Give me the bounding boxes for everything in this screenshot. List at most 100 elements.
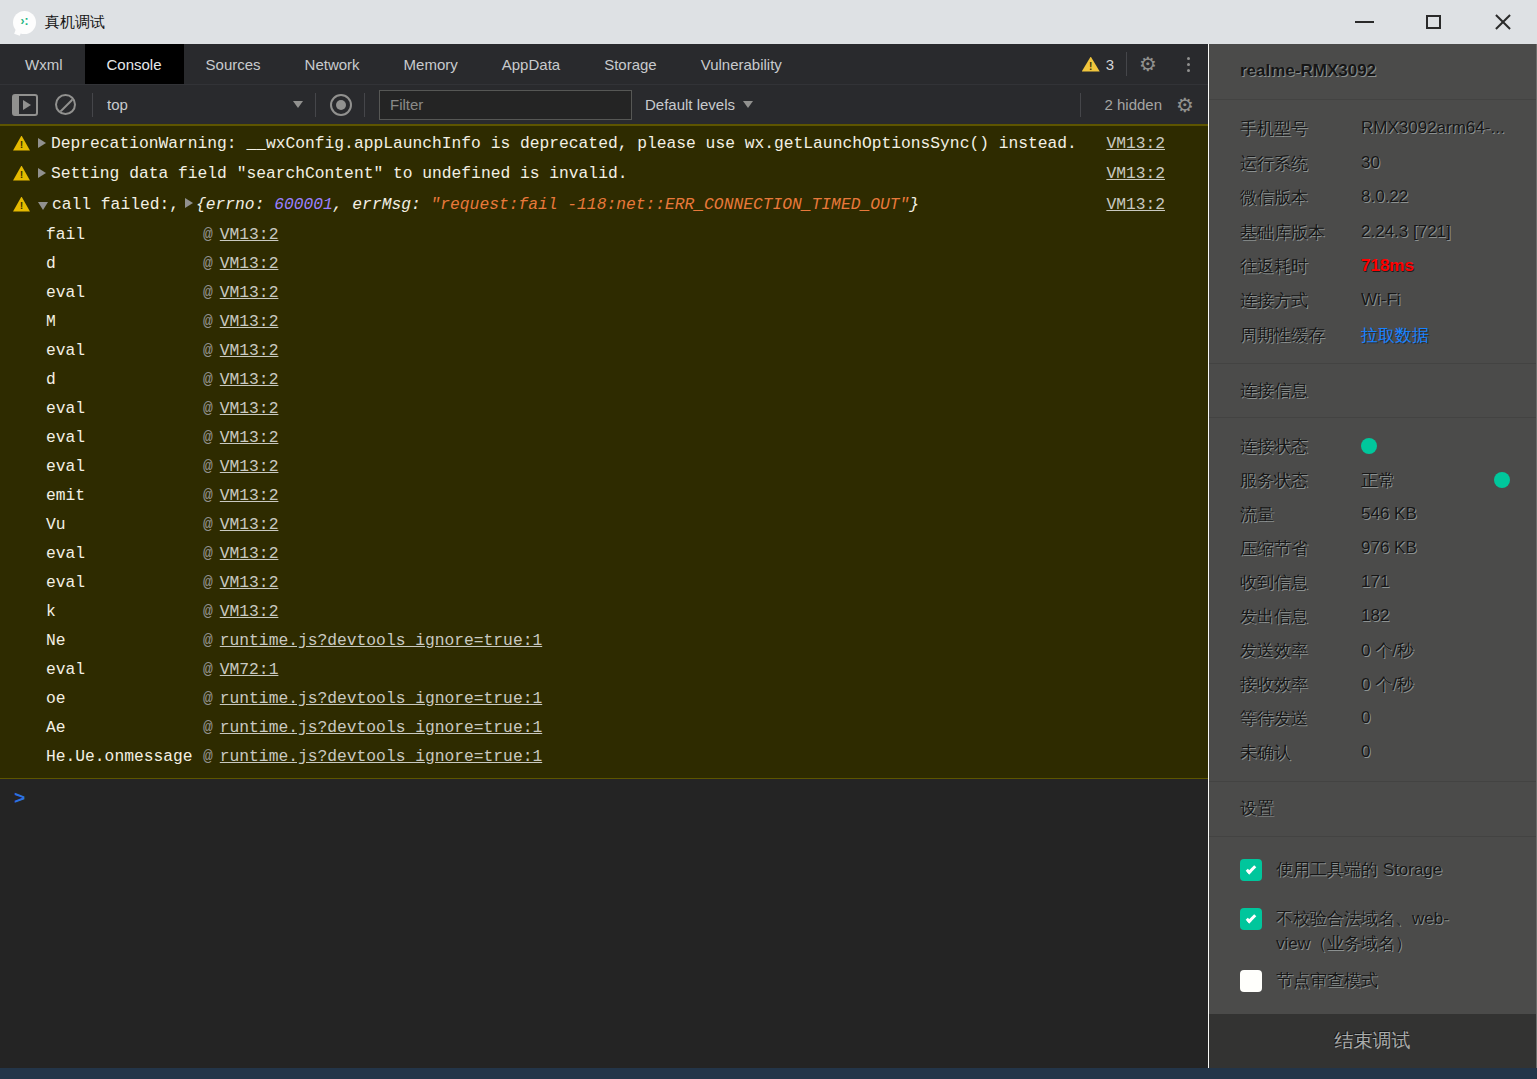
stack-source-link[interactable]: VM72:1 bbox=[220, 660, 279, 679]
window-titlebar: ›: 真机调试 bbox=[0, 0, 1537, 44]
info-row: 周期性缓存拉取数据 bbox=[1240, 324, 1528, 346]
stack-source-link[interactable]: VM13:2 bbox=[220, 428, 279, 447]
more-menu-icon[interactable] bbox=[1181, 57, 1196, 72]
info-row: 基础库版本2.24.3 [721] bbox=[1240, 221, 1528, 243]
expand-caret-icon[interactable] bbox=[38, 138, 46, 148]
console-warning-row[interactable]: ! Setting data field "searchContent" to … bbox=[0, 158, 1209, 188]
conn-row: 流量546 KB bbox=[1240, 503, 1528, 525]
clear-console-icon[interactable] bbox=[55, 94, 76, 115]
conn-row: 压缩节省976 KB bbox=[1240, 537, 1528, 559]
log-levels-dropdown[interactable]: Default levels bbox=[645, 96, 753, 113]
minimize-icon bbox=[1355, 21, 1374, 23]
expand-caret-icon[interactable] bbox=[38, 168, 46, 178]
stack-source-link[interactable]: VM13:2 bbox=[220, 399, 279, 418]
number-value: 600001 bbox=[274, 195, 333, 214]
tab-wxml[interactable]: Wxml bbox=[3, 44, 85, 84]
tab-sources[interactable]: Sources bbox=[184, 44, 283, 84]
expand-caret-icon[interactable] bbox=[185, 198, 193, 208]
fetch-data-link[interactable]: 拉取数据 bbox=[1361, 324, 1429, 347]
window-bottom-edge bbox=[0, 1068, 1537, 1079]
settings-gear-icon[interactable]: ⚙ bbox=[1139, 54, 1157, 74]
console-warning-row[interactable]: ! DeprecationWarning: __wxConfig.appLaun… bbox=[0, 128, 1209, 158]
tab-network[interactable]: Network bbox=[283, 44, 382, 84]
stack-frame-row: Vu@VM13:2 bbox=[0, 510, 1209, 539]
checkbox-row: 不校验合法域名、web-view（业务域名） bbox=[1240, 908, 1454, 956]
stack-frame-row: He.Ue.onmessage@runtime.js?devtools_igno… bbox=[0, 742, 1209, 771]
tab-memory[interactable]: Memory bbox=[382, 44, 480, 84]
filter-placeholder: Filter bbox=[390, 96, 423, 113]
conn-row: 等待发送0 bbox=[1240, 707, 1528, 729]
divider bbox=[1209, 836, 1536, 837]
divider bbox=[315, 93, 316, 117]
stack-source-link[interactable]: VM13:2 bbox=[220, 312, 279, 331]
conn-row: 收到信息171 bbox=[1240, 571, 1528, 593]
context-selector[interactable]: top bbox=[107, 96, 303, 113]
console-prompt-caret: > bbox=[14, 788, 25, 810]
tab-appdata[interactable]: AppData bbox=[480, 44, 582, 84]
stack-source-link[interactable]: VM13:2 bbox=[220, 457, 279, 476]
device-sidebar: realme-RMX3092 手机型号RMX3092arm64-... 运行系统… bbox=[1208, 44, 1537, 1068]
chevron-down-icon bbox=[293, 101, 303, 108]
console-settings-gear-icon[interactable]: ⚙ bbox=[1176, 95, 1194, 115]
stack-frame-row: d@VM13:2 bbox=[0, 365, 1209, 394]
divider bbox=[364, 93, 365, 117]
stack-frame-row: fail@VM13:2 bbox=[0, 220, 1209, 249]
stack-source-link[interactable]: runtime.js?devtools_ignore=true:1 bbox=[220, 631, 542, 650]
maximize-icon bbox=[1426, 15, 1441, 29]
stack-source-link[interactable]: runtime.js?devtools_ignore=true:1 bbox=[220, 689, 542, 708]
app-icon: ›: bbox=[13, 11, 36, 34]
live-expression-eye-icon[interactable] bbox=[330, 94, 352, 116]
warning-count[interactable]: 3 bbox=[1106, 56, 1114, 73]
stack-source-link[interactable]: runtime.js?devtools_ignore=true:1 bbox=[220, 718, 542, 737]
stack-source-link[interactable]: VM13:2 bbox=[220, 283, 279, 302]
stack-source-link[interactable]: VM13:2 bbox=[220, 544, 279, 563]
tab-console[interactable]: Console bbox=[85, 44, 184, 84]
source-link[interactable]: VM13:2 bbox=[1106, 134, 1165, 153]
conn-row: 发送效率0 个/秒 bbox=[1240, 639, 1528, 661]
stack-frame-row: eval@VM13:2 bbox=[0, 278, 1209, 307]
storage-checkbox[interactable] bbox=[1240, 859, 1262, 881]
stack-source-link[interactable]: VM13:2 bbox=[220, 254, 279, 273]
checkbox-label: 节点审查模式 bbox=[1276, 968, 1454, 993]
close-button[interactable] bbox=[1468, 0, 1537, 44]
object-preview[interactable]: {errno: 600001, errMsg: "request:fail -1… bbox=[179, 195, 919, 214]
divider bbox=[1209, 99, 1536, 100]
warning-badge-icon[interactable]: ! bbox=[1082, 57, 1100, 72]
stack-source-link[interactable]: VM13:2 bbox=[220, 573, 279, 592]
info-row: 微信版本8.0.22 bbox=[1240, 186, 1528, 208]
console-toolbar: top Filter Default levels 2 hidden ⚙ bbox=[0, 84, 1209, 124]
node-inspect-checkbox[interactable] bbox=[1240, 970, 1262, 992]
maximize-button[interactable] bbox=[1399, 0, 1468, 44]
console-error-group-row[interactable]: ! call failed:, {errno: 600001, errMsg: … bbox=[0, 188, 1209, 220]
tab-vulnerability[interactable]: Vulnerability bbox=[679, 44, 804, 84]
end-debug-button[interactable]: 结束调试 bbox=[1209, 1014, 1536, 1068]
minimize-button[interactable] bbox=[1330, 0, 1399, 44]
stack-frame-row: eval@VM13:2 bbox=[0, 394, 1209, 423]
device-name: realme-RMX3092 bbox=[1240, 61, 1376, 81]
stack-source-link[interactable]: runtime.js?devtools_ignore=true:1 bbox=[220, 747, 542, 766]
checkbox-row: 节点审查模式 bbox=[1240, 970, 1454, 993]
stack-source-link[interactable]: VM13:2 bbox=[220, 486, 279, 505]
stack-source-link[interactable]: VM13:2 bbox=[220, 370, 279, 389]
divider bbox=[1209, 363, 1536, 364]
filter-input[interactable]: Filter bbox=[379, 90, 632, 120]
stack-source-link[interactable]: VM13:2 bbox=[220, 225, 279, 244]
stack-source-link[interactable]: VM13:2 bbox=[220, 341, 279, 360]
stack-frame-row: emit@VM13:2 bbox=[0, 481, 1209, 510]
latency-value: 718ms bbox=[1361, 256, 1414, 276]
console-prompt[interactable]: > bbox=[0, 784, 1209, 814]
hidden-count[interactable]: 2 hidden bbox=[1105, 96, 1163, 113]
stack-frame-row: oe@runtime.js?devtools_ignore=true:1 bbox=[0, 684, 1209, 713]
app-icon-marks: ›: bbox=[21, 14, 29, 28]
skip-domain-check-checkbox[interactable] bbox=[1240, 908, 1262, 930]
conn-row: 接收效率0 个/秒 bbox=[1240, 673, 1528, 695]
tab-storage[interactable]: Storage bbox=[582, 44, 679, 84]
info-row: 连接方式Wi-Fi bbox=[1240, 289, 1528, 311]
stack-source-link[interactable]: VM13:2 bbox=[220, 515, 279, 534]
conn-row: 发出信息182 bbox=[1240, 605, 1528, 627]
source-link[interactable]: VM13:2 bbox=[1106, 195, 1165, 214]
collapse-caret-icon[interactable] bbox=[38, 202, 48, 210]
console-sidebar-toggle-icon[interactable] bbox=[12, 94, 38, 116]
stack-source-link[interactable]: VM13:2 bbox=[220, 602, 279, 621]
source-link[interactable]: VM13:2 bbox=[1106, 164, 1165, 183]
